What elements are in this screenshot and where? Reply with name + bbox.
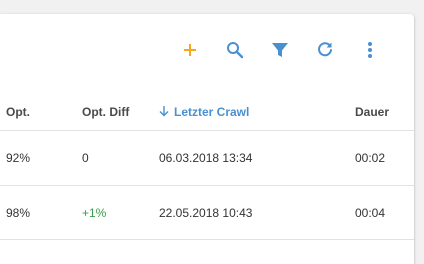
table-row[interactable]: 92% 0 06.03.2018 13:34 00:02 xyxy=(0,131,414,185)
search-icon xyxy=(226,41,244,59)
column-header-label: Letzter Crawl xyxy=(174,105,250,119)
add-button[interactable] xyxy=(178,38,202,62)
cell-duration: 00:04 xyxy=(355,206,386,220)
column-header-duration[interactable]: Dauer xyxy=(355,105,389,119)
table-row[interactable]: 98% +1% 22.05.2018 10:43 00:04 xyxy=(0,186,414,240)
search-button[interactable] xyxy=(223,38,247,62)
cell-opt-diff: +1% xyxy=(82,206,107,220)
column-header-last-crawl[interactable]: Letzter Crawl xyxy=(159,105,249,120)
column-header-opt-diff[interactable]: Opt. Diff xyxy=(82,105,129,119)
cell-opt: 98% xyxy=(6,206,31,220)
cell-opt: 92% xyxy=(6,151,31,165)
refresh-icon xyxy=(316,41,334,59)
more-options-button[interactable] xyxy=(358,38,382,62)
cell-opt-diff: 0 xyxy=(82,151,89,165)
arrow-down-icon xyxy=(159,106,169,120)
cell-last-crawl: 06.03.2018 13:34 xyxy=(159,151,253,165)
filter-button[interactable] xyxy=(268,38,292,62)
column-header-opt[interactable]: Opt. xyxy=(6,105,30,119)
more-vert-icon xyxy=(367,41,373,59)
cell-duration: 00:02 xyxy=(355,151,386,165)
table-card: Opt. Opt. Diff Letzter Crawl Dauer 92% 0… xyxy=(0,14,414,264)
refresh-button[interactable] xyxy=(313,38,337,62)
row-divider xyxy=(0,239,414,240)
cell-last-crawl: 22.05.2018 10:43 xyxy=(159,206,253,220)
filter-icon xyxy=(271,41,289,59)
add-icon xyxy=(182,42,198,58)
